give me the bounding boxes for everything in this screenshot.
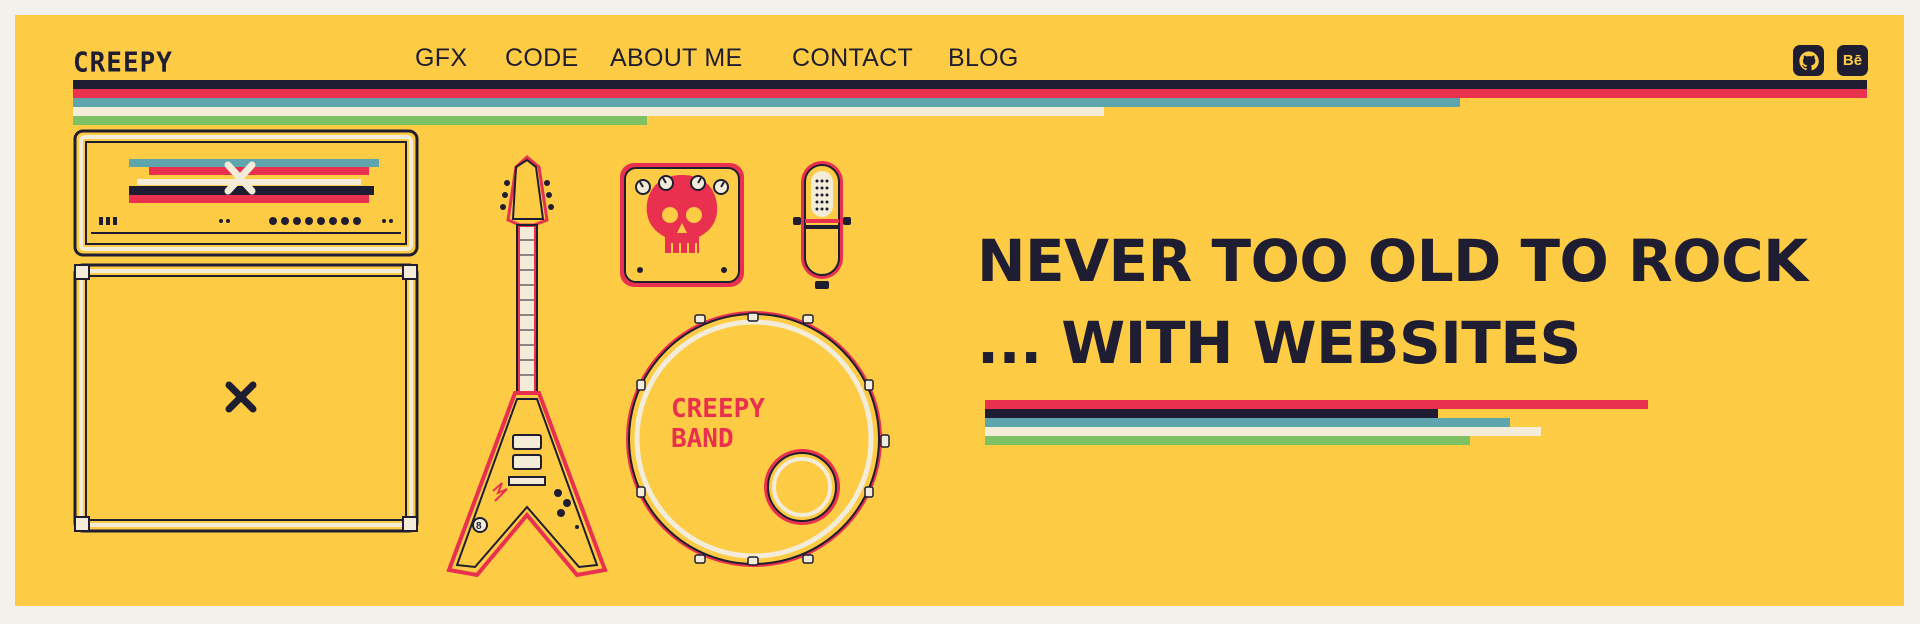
hero-stripe-cream [985,427,1541,436]
svg-text:8: 8 [476,521,482,532]
bass-drum: CREEPY BAND [626,311,890,567]
drum-text-line1: CREEPY [671,394,765,424]
amp-head [73,129,419,257]
hero-stripe-green [985,436,1470,445]
hero-stripe-red [985,400,1648,409]
microphone [793,161,851,289]
hero-headline: NEVER TOO OLD TO ROCK ... WITH WEBSITES [977,220,1808,384]
hero-line-2: ... WITH WEBSITES [977,309,1581,377]
drum-text-line2: BAND [671,424,734,454]
hero-stripe-teal [985,418,1510,427]
guitar: 8 [446,155,608,578]
hero-line-1: NEVER TOO OLD TO ROCK [977,227,1808,295]
amp-cabinet [73,263,419,533]
page-frame: CREEPY GFX CODE ABOUT ME CONTACT BLOG Bē [15,15,1904,606]
skull-pedal [620,163,744,287]
hero-stripe-dark [985,409,1438,418]
